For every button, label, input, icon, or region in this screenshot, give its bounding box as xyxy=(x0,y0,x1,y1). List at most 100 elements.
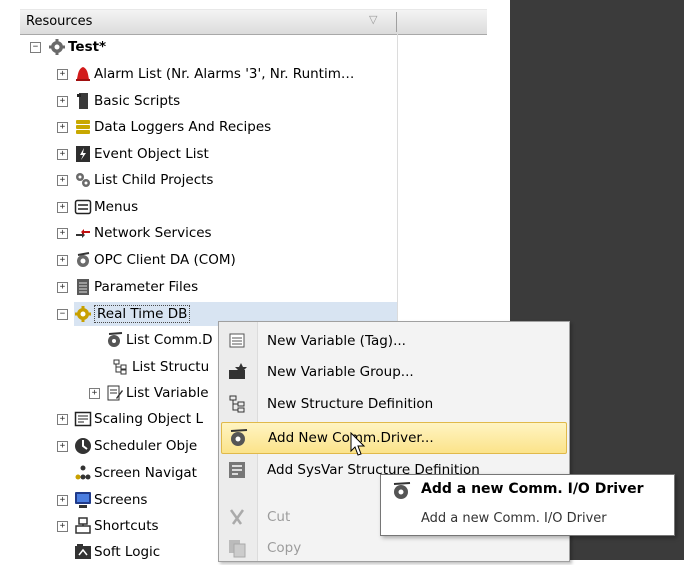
tree-root[interactable]: Test* xyxy=(48,35,106,59)
expand-toggle[interactable]: + xyxy=(57,149,68,160)
tree-item-label: Real Time DB xyxy=(94,305,191,323)
expand-toggle[interactable]: + xyxy=(57,202,68,213)
tree-item-label: Screens xyxy=(94,492,148,508)
resources-header[interactable]: Resources ▽ xyxy=(20,9,487,35)
comm-driver-tooltip-icon xyxy=(391,481,413,505)
project-gear-icon xyxy=(48,38,66,56)
event-icon xyxy=(74,145,92,163)
tooltip-title: Add a new Comm. I/O Driver xyxy=(421,481,644,497)
tree-item-soft-logic[interactable]: Soft Logic xyxy=(74,540,160,564)
expand-toggle[interactable]: + xyxy=(57,122,68,133)
expand-toggle[interactable]: + xyxy=(57,414,68,425)
screens-icon xyxy=(74,491,92,509)
opc-icon xyxy=(74,251,92,269)
tree-item-scheduler-objects[interactable]: Scheduler Obje xyxy=(74,434,197,458)
sort-arrow-icon[interactable]: ▽ xyxy=(369,13,377,26)
tree-item-label: Menus xyxy=(94,199,139,215)
expand-toggle[interactable]: + xyxy=(57,96,68,107)
tree-item-data-loggers[interactable]: Data Loggers And Recipes xyxy=(74,115,271,139)
tree-item-label: Basic Scripts xyxy=(94,93,181,109)
screen-navigation-icon xyxy=(74,464,92,482)
shortcuts-icon xyxy=(74,517,92,535)
alarm-bell-icon xyxy=(74,65,92,83)
menu-item-label: Cut xyxy=(267,509,291,525)
mouse-cursor-icon xyxy=(350,432,366,456)
menu-item-add-comm-driver[interactable]: Add New Comm.Driver... xyxy=(221,422,567,454)
tree-item-label: Data Loggers And Recipes xyxy=(94,119,272,135)
menu-item-label: Copy xyxy=(267,540,302,556)
menu-item-copy[interactable]: Copy xyxy=(221,533,565,563)
menu-item-new-variable-group[interactable]: New Variable Group... xyxy=(221,357,565,387)
tree-item-label: Event Object List xyxy=(94,146,209,162)
tree-item-label: Network Services xyxy=(94,225,212,241)
tree-item-screens[interactable]: Screens xyxy=(74,488,147,512)
tree-item-label: Soft Logic xyxy=(94,544,161,560)
tree-item-basic-scripts[interactable]: Basic Scripts xyxy=(74,89,180,113)
tree-item-label: List Structu xyxy=(132,359,210,375)
child-projects-icon xyxy=(74,171,92,189)
header-separator xyxy=(396,12,397,32)
expand-toggle[interactable]: + xyxy=(89,388,100,399)
tree-item-label: Screen Navigat xyxy=(94,465,197,481)
tree-item-list-variables[interactable]: List Variable xyxy=(106,381,209,405)
tree-item-label: Scaling Object L xyxy=(94,411,203,427)
menu-item-label: New Variable Group... xyxy=(267,364,414,380)
tree-item-parameter-files[interactable]: Parameter Files xyxy=(74,275,198,299)
new-group-icon xyxy=(227,362,249,382)
expand-toggle[interactable]: + xyxy=(57,255,68,266)
tree-item-event-object-list[interactable]: Event Object List xyxy=(74,142,209,166)
collapse-toggle[interactable]: − xyxy=(57,309,68,320)
tree-item-label: Alarm List (Nr. Alarms '3', Nr. Runtim… xyxy=(94,66,355,82)
resources-header-label: Resources xyxy=(26,14,93,29)
tree-item-menus[interactable]: Menus xyxy=(74,195,138,219)
menu-item-label: New Structure Definition xyxy=(267,396,434,412)
add-comm-driver-icon xyxy=(228,428,250,448)
expand-toggle[interactable]: + xyxy=(57,228,68,239)
tree-item-alarm-list[interactable]: Alarm List (Nr. Alarms '3', Nr. Runtim… xyxy=(74,62,354,86)
expand-toggle[interactable]: + xyxy=(57,495,68,506)
scaling-icon xyxy=(74,410,92,428)
realtime-db-gear-icon xyxy=(74,305,92,323)
database-icon xyxy=(74,118,92,136)
comm-driver-icon xyxy=(106,331,124,349)
tree-item-network-services[interactable]: Network Services xyxy=(74,221,212,245)
copy-icon xyxy=(227,538,249,558)
script-icon xyxy=(74,92,92,110)
tree-item-list-comm-drivers[interactable]: List Comm.D xyxy=(106,328,213,352)
variable-list-icon xyxy=(106,384,124,402)
tree-item-label: Shortcuts xyxy=(94,518,159,534)
cut-icon xyxy=(227,507,249,527)
menu-item-label: New Variable (Tag)... xyxy=(267,333,406,349)
tree-item-label: List Variable xyxy=(126,385,209,401)
new-structure-icon xyxy=(227,394,249,414)
expand-toggle[interactable]: + xyxy=(57,441,68,452)
expand-toggle[interactable]: + xyxy=(57,175,68,186)
collapse-toggle[interactable]: − xyxy=(30,42,41,53)
soft-logic-icon xyxy=(74,543,92,561)
tree-item-screen-navigation[interactable]: Screen Navigat xyxy=(74,461,197,485)
expand-toggle[interactable]: + xyxy=(57,69,68,80)
tree-item-shortcuts[interactable]: Shortcuts xyxy=(74,514,159,538)
tree-item-opc-client[interactable]: OPC Client DA (COM) xyxy=(74,248,236,272)
tree-item-label: List Child Projects xyxy=(94,172,214,188)
menu-item-new-variable[interactable]: New Variable (Tag)... xyxy=(221,326,565,356)
network-icon xyxy=(74,224,92,242)
new-variable-icon xyxy=(227,331,249,351)
menu-icon xyxy=(74,198,92,216)
structure-icon xyxy=(112,358,130,376)
parameter-file-icon xyxy=(74,278,92,296)
tree-item-label: List Comm.D xyxy=(126,332,213,348)
tree-item-scaling-object-list[interactable]: Scaling Object L xyxy=(74,407,203,431)
tree-root-label: Test* xyxy=(68,39,107,55)
expand-toggle[interactable]: + xyxy=(57,282,68,293)
menu-item-new-structure[interactable]: New Structure Definition xyxy=(221,389,565,419)
tree-item-label: Parameter Files xyxy=(94,279,199,295)
tree-item-list-child-projects[interactable]: List Child Projects xyxy=(74,168,213,192)
tree-item-label: Scheduler Obje xyxy=(94,438,198,454)
tooltip-description: Add a new Comm. I/O Driver xyxy=(421,511,607,526)
expand-toggle[interactable]: + xyxy=(57,521,68,532)
sysvar-structure-icon xyxy=(227,460,249,480)
scheduler-icon xyxy=(74,437,92,455)
tooltip: Add a new Comm. I/O Driver Add a new Com… xyxy=(380,474,675,536)
tree-item-list-structures[interactable]: List Structu xyxy=(112,355,209,379)
